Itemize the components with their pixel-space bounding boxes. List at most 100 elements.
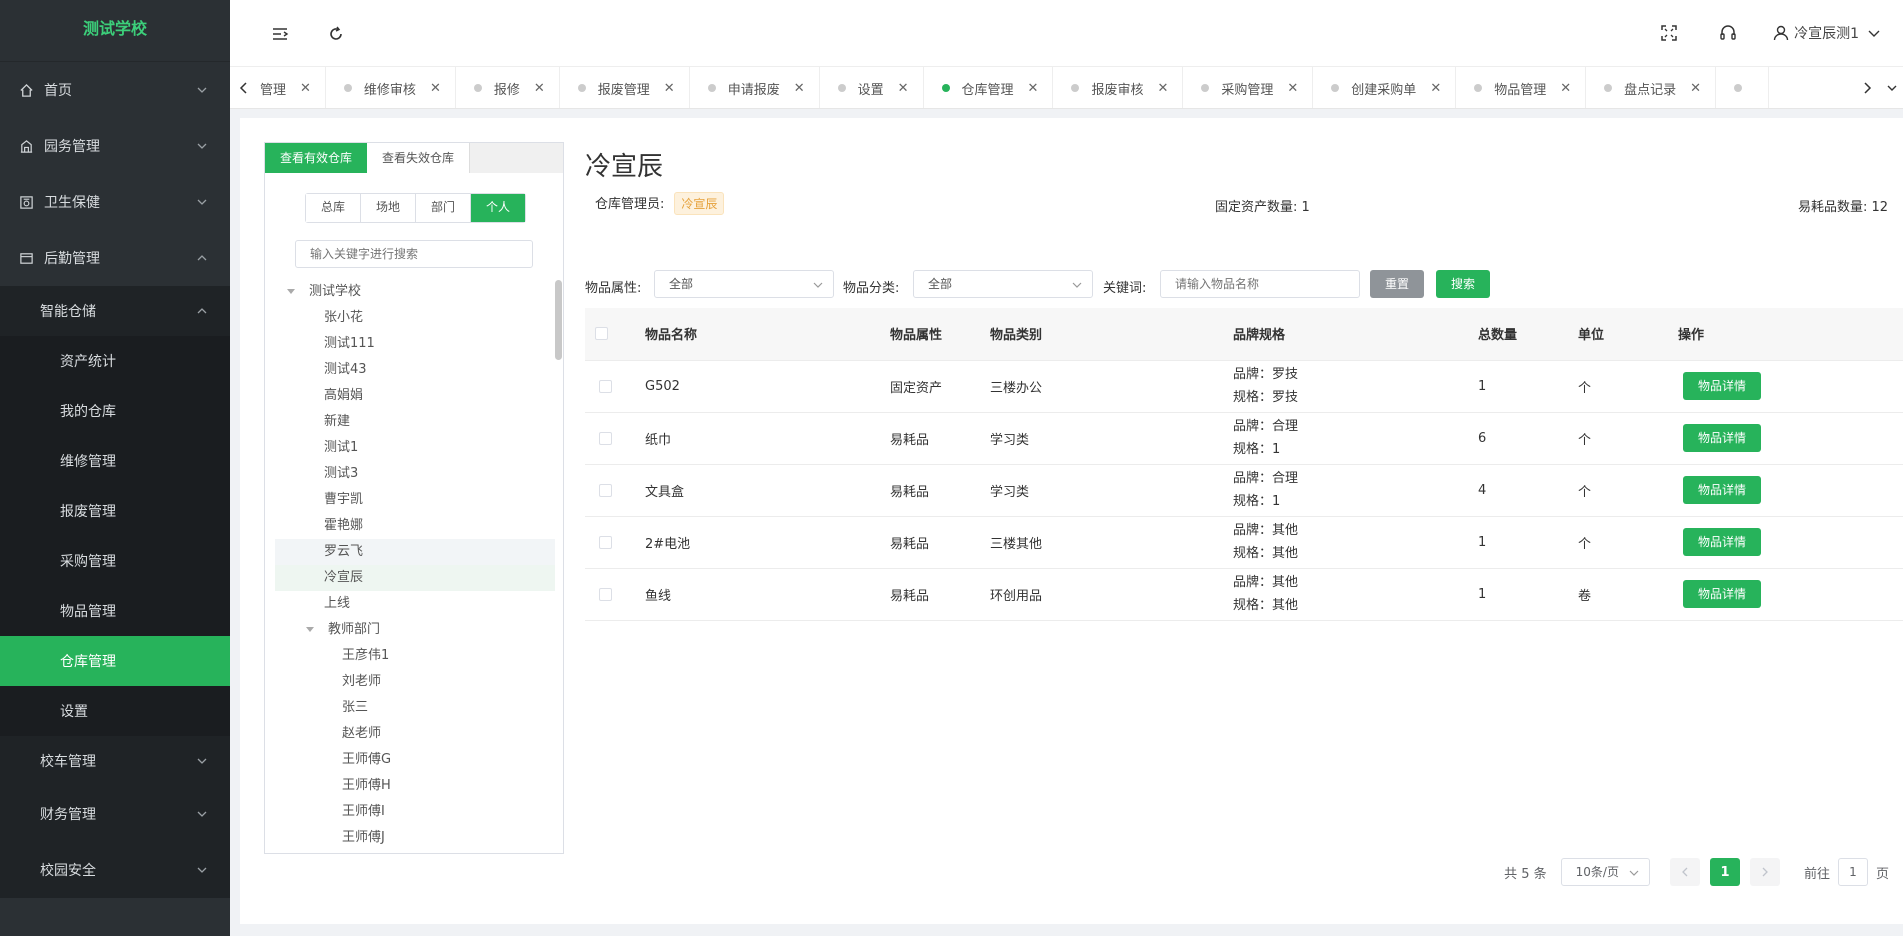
detail-button[interactable]: 物品详情 (1683, 372, 1762, 400)
sidebar-item-repair[interactable]: 维修管理 (0, 436, 230, 486)
tree-node[interactable]: 刘老师 (275, 669, 555, 695)
tab-repair-review[interactable]: 维修审核 ✕ (326, 67, 456, 108)
row-checkbox[interactable] (599, 431, 612, 445)
prev-page-button[interactable] (1669, 858, 1700, 886)
sidebar-item-my-warehouse[interactable]: 我的仓库 (0, 386, 230, 436)
tree-search-input[interactable] (295, 240, 533, 268)
sidebar-item-health[interactable]: 卫生保健 (0, 174, 230, 230)
tree-node[interactable]: 测试1 (275, 435, 555, 461)
tabs-scroll-right[interactable] (1853, 67, 1881, 108)
tree-node-root[interactable]: 测试学校 (275, 279, 555, 305)
select-all-checkbox[interactable] (595, 327, 608, 341)
tree-node[interactable]: 张三 (275, 695, 555, 721)
row-checkbox[interactable] (599, 535, 612, 549)
segment-personal[interactable]: 个人 (471, 194, 526, 222)
tree-node[interactable]: 曹宇凯 (275, 487, 555, 513)
goto-page-input[interactable] (1837, 858, 1868, 886)
close-icon[interactable]: ✕ (1287, 81, 1298, 96)
category-select[interactable]: 全部 (913, 270, 1093, 298)
user-menu[interactable]: 冷宣辰测1 (1772, 23, 1881, 43)
sidebar-item-purchase[interactable]: 采购管理 (0, 536, 230, 586)
close-icon[interactable]: ✕ (898, 81, 909, 96)
sidebar-item-home[interactable]: 首页 (0, 62, 230, 118)
tree-node[interactable]: 王师傅H (275, 773, 555, 799)
page-size-select[interactable]: 10条/页 (1560, 858, 1650, 886)
row-checkbox[interactable] (599, 483, 612, 497)
tree-node[interactable]: 王师傅J (275, 825, 555, 849)
tab-scrap-manage[interactable]: 报废管理 ✕ (560, 67, 690, 108)
detail-button[interactable]: 物品详情 (1683, 528, 1762, 556)
segment-main[interactable]: 总库 (306, 194, 362, 222)
segment-venue[interactable]: 场地 (361, 194, 417, 222)
close-icon[interactable]: ✕ (664, 81, 675, 96)
tab-report-repair[interactable]: 报修 ✕ (456, 67, 560, 108)
tree-node[interactable]: 测试111 (275, 331, 555, 357)
close-icon[interactable]: ✕ (1157, 81, 1168, 96)
tabs-dropdown[interactable] (1881, 67, 1903, 108)
sidebar-item-settings[interactable]: 设置 (0, 686, 230, 736)
row-checkbox[interactable] (599, 379, 612, 393)
tab-purchase-manage[interactable]: 采购管理 ✕ (1183, 67, 1314, 108)
tree-node[interactable]: 赵老师 (275, 721, 555, 747)
sidebar-item-logistics[interactable]: 后勤管理 (0, 230, 230, 286)
close-icon[interactable]: ✕ (300, 81, 311, 96)
tabs-scroll-left[interactable] (230, 67, 258, 108)
detail-button[interactable]: 物品详情 (1683, 476, 1762, 504)
close-icon[interactable]: ✕ (1028, 81, 1039, 96)
search-button[interactable]: 搜索 (1436, 270, 1491, 298)
fullscreen-icon[interactable] (1660, 24, 1678, 42)
tab-settings[interactable]: 设置 ✕ (820, 67, 924, 108)
tree-node-hovered[interactable]: 罗云飞 (275, 539, 555, 565)
tab-manage[interactable]: 管理 ✕ (260, 67, 326, 108)
menu-fold-icon[interactable] (270, 24, 290, 44)
tab-invalid-warehouses[interactable]: 查看失效仓库 (367, 143, 471, 173)
close-icon[interactable]: ✕ (1430, 81, 1441, 96)
tree-node-group[interactable]: 教师部门 (275, 617, 555, 643)
tree-node[interactable]: 新建 (275, 409, 555, 435)
caret-down-icon[interactable] (287, 289, 295, 294)
next-page-button[interactable] (1749, 858, 1780, 886)
tab-create-purchase[interactable]: 创建采购单 ✕ (1313, 67, 1457, 108)
tab-partial[interactable] (1716, 67, 1770, 108)
reset-button[interactable]: 重置 (1370, 270, 1425, 298)
tab-warehouse-manage[interactable]: 仓库管理 ✕ (924, 67, 1054, 108)
tree-scrollbar[interactable] (555, 280, 562, 360)
detail-button[interactable]: 物品详情 (1683, 424, 1762, 452)
sidebar-item-finance[interactable]: 财务管理 (0, 786, 230, 842)
close-icon[interactable]: ✕ (534, 81, 545, 96)
tree-node[interactable]: 霍艳娜 (275, 513, 555, 539)
refresh-icon[interactable] (326, 24, 346, 44)
close-icon[interactable]: ✕ (430, 81, 441, 96)
tree-node[interactable]: 王师傅G (275, 747, 555, 773)
close-icon[interactable]: ✕ (1560, 81, 1571, 96)
tree-node[interactable]: 张小花 (275, 305, 555, 331)
attr-select[interactable]: 全部 (654, 270, 834, 298)
caret-down-icon[interactable] (306, 627, 314, 632)
detail-button[interactable]: 物品详情 (1683, 580, 1762, 608)
tab-valid-warehouses[interactable]: 查看有效仓库 (265, 143, 368, 173)
tree-node[interactable]: 高娟娟 (275, 383, 555, 409)
sidebar-item-safety[interactable]: 校园安全 (0, 842, 230, 898)
tree-node[interactable]: 测试43 (275, 357, 555, 383)
sidebar-item-goods[interactable]: 物品管理 (0, 586, 230, 636)
sidebar-item-warehouse[interactable]: 仓库管理 (0, 636, 230, 686)
sidebar-item-smart-storage[interactable]: 智能仓储 (0, 286, 230, 336)
keyword-input[interactable] (1160, 270, 1360, 298)
tree-node[interactable]: 测试3 (275, 461, 555, 487)
sidebar-item-bus[interactable]: 校车管理 (0, 736, 230, 786)
row-checkbox[interactable] (599, 587, 612, 601)
tree-node-selected[interactable]: 冷宣辰 (275, 565, 555, 591)
tab-goods-manage[interactable]: 物品管理 ✕ (1456, 67, 1587, 108)
sidebar-item-asset-stats[interactable]: 资产统计 (0, 336, 230, 386)
tree-node[interactable]: 王彦伟1 (275, 643, 555, 669)
tab-inventory-record[interactable]: 盘点记录 ✕ (1586, 67, 1717, 108)
tab-scrap-review[interactable]: 报废审核 ✕ (1053, 67, 1184, 108)
tree-node[interactable]: 王师傅I (275, 799, 555, 825)
segment-department[interactable]: 部门 (416, 194, 472, 222)
sidebar-item-garden[interactable]: 园务管理 (0, 118, 230, 174)
tab-apply-scrap[interactable]: 申请报废 ✕ (690, 67, 820, 108)
sidebar-item-scrap[interactable]: 报废管理 (0, 486, 230, 536)
page-number-current[interactable]: 1 (1709, 858, 1740, 886)
close-icon[interactable]: ✕ (1690, 81, 1701, 96)
close-icon[interactable]: ✕ (794, 81, 805, 96)
